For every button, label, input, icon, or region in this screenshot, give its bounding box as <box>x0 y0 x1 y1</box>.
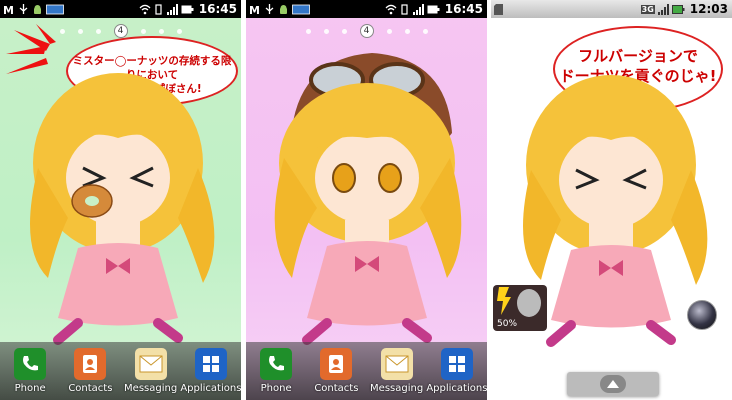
phone-icon <box>14 348 47 380</box>
orb-widget-icon[interactable] <box>687 300 717 330</box>
contacts-icon <box>74 348 107 380</box>
vibrate-icon <box>153 3 164 15</box>
page-dot <box>422 28 428 34</box>
battery-icon <box>427 4 440 15</box>
homescreen-2: M 16:45 4 Phone Contacts Messaging Appli… <box>246 0 487 400</box>
page-dot <box>176 28 182 34</box>
messaging-icon <box>134 348 167 380</box>
dock-label: Contacts <box>314 383 359 394</box>
lightning-icon <box>497 287 541 317</box>
dock-messaging[interactable]: Messaging <box>367 348 427 394</box>
page-dot <box>404 28 410 34</box>
status-bar: M 16:45 <box>246 0 487 18</box>
up-arrow-icon <box>600 375 626 393</box>
grid-icon <box>194 348 227 380</box>
signal-icon <box>412 3 424 15</box>
usb-icon <box>264 3 275 15</box>
donut-graphic <box>71 184 113 218</box>
clock: 16:45 <box>444 2 483 16</box>
dock-messaging[interactable]: Messaging <box>121 348 181 394</box>
network-type-label: 3G <box>640 4 655 14</box>
vibrate-icon <box>399 3 410 15</box>
page-dot <box>341 28 347 34</box>
sd-card-icon <box>494 3 505 15</box>
sd-card-icon <box>292 4 310 15</box>
current-page-number: 4 <box>113 24 128 38</box>
dock-applications[interactable]: Applications <box>180 348 241 394</box>
homescreen-1: M 16:45 4 ミスター◯ーナッツの存続する限りにおいて Phone Con… <box>0 0 241 400</box>
phone-icon <box>260 348 293 380</box>
status-bar: M 16:45 <box>0 0 241 18</box>
battery-charging-icon <box>671 4 685 15</box>
dock-phone[interactable]: Phone <box>0 348 60 394</box>
gmail-icon: M <box>3 3 14 17</box>
clock: 16:45 <box>198 2 237 16</box>
page-dot <box>323 28 329 34</box>
anime-girl-wallpaper <box>30 73 215 345</box>
sd-card-icon <box>46 4 64 15</box>
dock-label: Phone <box>14 383 46 394</box>
contacts-icon <box>320 348 353 380</box>
messaging-icon <box>380 348 413 380</box>
page-indicator: 4 <box>246 24 487 38</box>
android-debug-icon <box>278 4 289 15</box>
dock-applications[interactable]: Applications <box>426 348 487 394</box>
app-dock: Phone Contacts Messaging Applications <box>246 342 487 400</box>
usb-icon <box>18 3 29 15</box>
status-bar: 3G 12:03 <box>491 0 732 18</box>
signal-icon <box>657 3 669 15</box>
dock-phone[interactable]: Phone <box>246 348 306 394</box>
signal-icon <box>166 3 178 15</box>
battery-icon <box>181 4 194 15</box>
app-dock: Phone Contacts Messaging Applications <box>0 342 241 400</box>
current-page-number: 4 <box>359 24 374 38</box>
page-dot <box>386 28 392 34</box>
dock-label: Applications <box>180 383 241 394</box>
dock-contacts[interactable]: Contacts <box>306 348 366 394</box>
app-drawer-handle[interactable] <box>567 372 659 396</box>
dock-label: Messaging <box>370 383 424 394</box>
battery-percent: 50% <box>497 319 518 329</box>
page-dot <box>95 28 101 34</box>
page-dot <box>77 28 83 34</box>
page-dot <box>140 28 146 34</box>
dock-label: Contacts <box>68 383 113 394</box>
grid-icon <box>440 348 473 380</box>
page-dot <box>305 28 311 34</box>
page-dot <box>158 28 164 34</box>
dock-label: Applications <box>426 383 487 394</box>
wifi-icon <box>385 4 397 15</box>
dock-label: Phone <box>260 383 292 394</box>
anime-girl-with-goggles-wallpaper <box>274 53 462 345</box>
clock: 12:03 <box>689 2 728 16</box>
battery-widget[interactable]: 50% <box>493 285 547 331</box>
dock-contacts[interactable]: Contacts <box>60 348 120 394</box>
dock-label: Messaging <box>124 383 178 394</box>
wifi-icon <box>139 4 151 15</box>
homescreen-3: 3G 12:03 フルバージョンで ドーナツを貢ぐのじゃ! 50% <box>491 0 732 400</box>
gmail-icon: M <box>249 3 260 17</box>
android-debug-icon <box>32 4 43 15</box>
speech-text-line: フルバージョンで <box>578 47 698 65</box>
